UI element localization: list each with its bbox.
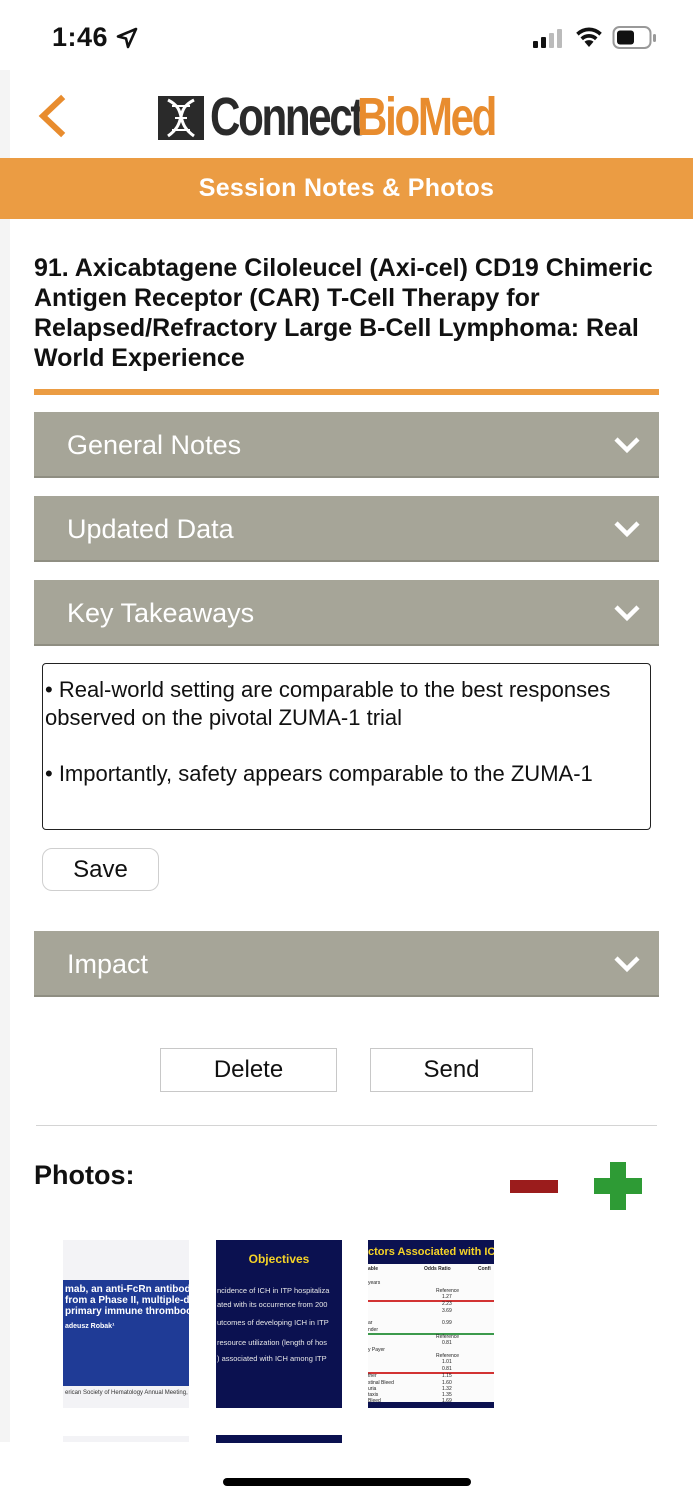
table-row: years bbox=[368, 1280, 381, 1286]
dna-logo-icon bbox=[158, 96, 204, 140]
slide-line: ated with its occurrence from 200 bbox=[217, 1300, 328, 1309]
section-updated-data[interactable]: Updated Data bbox=[34, 496, 659, 562]
section-label: Updated Data bbox=[67, 514, 234, 544]
cellular-signal-icon bbox=[533, 29, 562, 48]
status-bar: 1:46 bbox=[0, 0, 693, 78]
back-chevron-icon[interactable] bbox=[33, 94, 73, 138]
section-key-takeaways[interactable]: Key Takeaways bbox=[34, 580, 659, 646]
slide-line: resource utilization (length of hos bbox=[217, 1338, 328, 1347]
slide-line: utcomes of developing ICH in ITP bbox=[217, 1318, 329, 1327]
section-label: Key Takeaways bbox=[67, 598, 255, 628]
photo-thumbnail-partial[interactable] bbox=[63, 1436, 189, 1442]
remove-photo-minus-icon[interactable] bbox=[510, 1180, 558, 1193]
add-photo-plus-icon[interactable] bbox=[594, 1162, 642, 1210]
delete-button[interactable]: Delete bbox=[160, 1048, 337, 1092]
chevron-down-icon bbox=[614, 605, 640, 622]
section-label: General Notes bbox=[67, 430, 242, 460]
logo-text-connect: Connect bbox=[210, 87, 364, 147]
app-header: Connect BioMed bbox=[0, 80, 693, 158]
table-row: ar 0.99 bbox=[368, 1320, 452, 1326]
table-row: ther 1.15 bbox=[368, 1373, 452, 1379]
table-row: 1.01 bbox=[442, 1359, 452, 1365]
save-button[interactable]: Save bbox=[42, 848, 159, 891]
chevron-down-icon bbox=[614, 437, 640, 454]
slide-bottom-band bbox=[368, 1402, 494, 1408]
photo-thumbnail[interactable]: Objectives ncidence of ICH in ITP hospit… bbox=[216, 1240, 342, 1408]
slide-text: mab, an anti-FcRn antibody from a Phase … bbox=[65, 1284, 189, 1330]
section-general-notes[interactable]: General Notes bbox=[34, 412, 659, 478]
section-divider bbox=[36, 1125, 657, 1126]
table-header-row: able Odds Ratio Confi bbox=[368, 1266, 491, 1272]
status-time: 1:46 bbox=[52, 22, 109, 52]
table-row: 2.23 bbox=[442, 1301, 452, 1307]
home-indicator[interactable] bbox=[223, 1478, 471, 1486]
takeaway-bullet: • Real-world setting are comparable to t… bbox=[45, 677, 611, 730]
session-title: 91. Axicabtagene Ciloleucel (Axi-cel) CD… bbox=[34, 254, 653, 372]
connectbiomed-logo: Connect BioMed bbox=[158, 87, 534, 147]
slide-line: ncidence of ICH in ITP hospitaliza bbox=[217, 1286, 330, 1295]
key-takeaways-textarea[interactable]: • Real-world setting are comparable to t… bbox=[42, 663, 651, 830]
photo-thumbnail[interactable]: ctors Associated with IC able Odds Ratio… bbox=[368, 1240, 494, 1408]
photo-thumbnail-partial[interactable] bbox=[216, 1435, 342, 1443]
battery-icon bbox=[612, 26, 656, 49]
title-divider bbox=[34, 389, 659, 395]
slide-footer: erican Society of Hematology Annual Meet… bbox=[65, 1390, 188, 1396]
slide-heading: ctors Associated with IC bbox=[368, 1240, 494, 1264]
slide-line: ) associated with ICH among ITP bbox=[217, 1354, 327, 1363]
chevron-down-icon bbox=[614, 521, 640, 538]
page-banner: Session Notes & Photos bbox=[0, 158, 693, 219]
photos-heading: Photos: bbox=[34, 1160, 135, 1190]
send-button[interactable]: Send bbox=[370, 1048, 533, 1092]
location-arrow-icon bbox=[116, 27, 138, 49]
slide-heading: Objectives bbox=[248, 1252, 310, 1266]
section-label: Impact bbox=[67, 949, 149, 979]
table-row: 3.69 bbox=[442, 1308, 452, 1314]
photo-thumbnail[interactable]: mab, an anti-FcRn antibody from a Phase … bbox=[63, 1240, 189, 1408]
takeaway-bullet: • Importantly, safety appears comparable… bbox=[45, 761, 593, 786]
chevron-down-icon bbox=[614, 956, 640, 973]
table-row: 0.81 bbox=[442, 1340, 452, 1346]
wifi-icon bbox=[576, 27, 602, 47]
logo-text-biomed: BioMed bbox=[357, 87, 497, 147]
section-impact[interactable]: Impact bbox=[34, 931, 659, 997]
left-edge-shadow bbox=[0, 70, 10, 1442]
